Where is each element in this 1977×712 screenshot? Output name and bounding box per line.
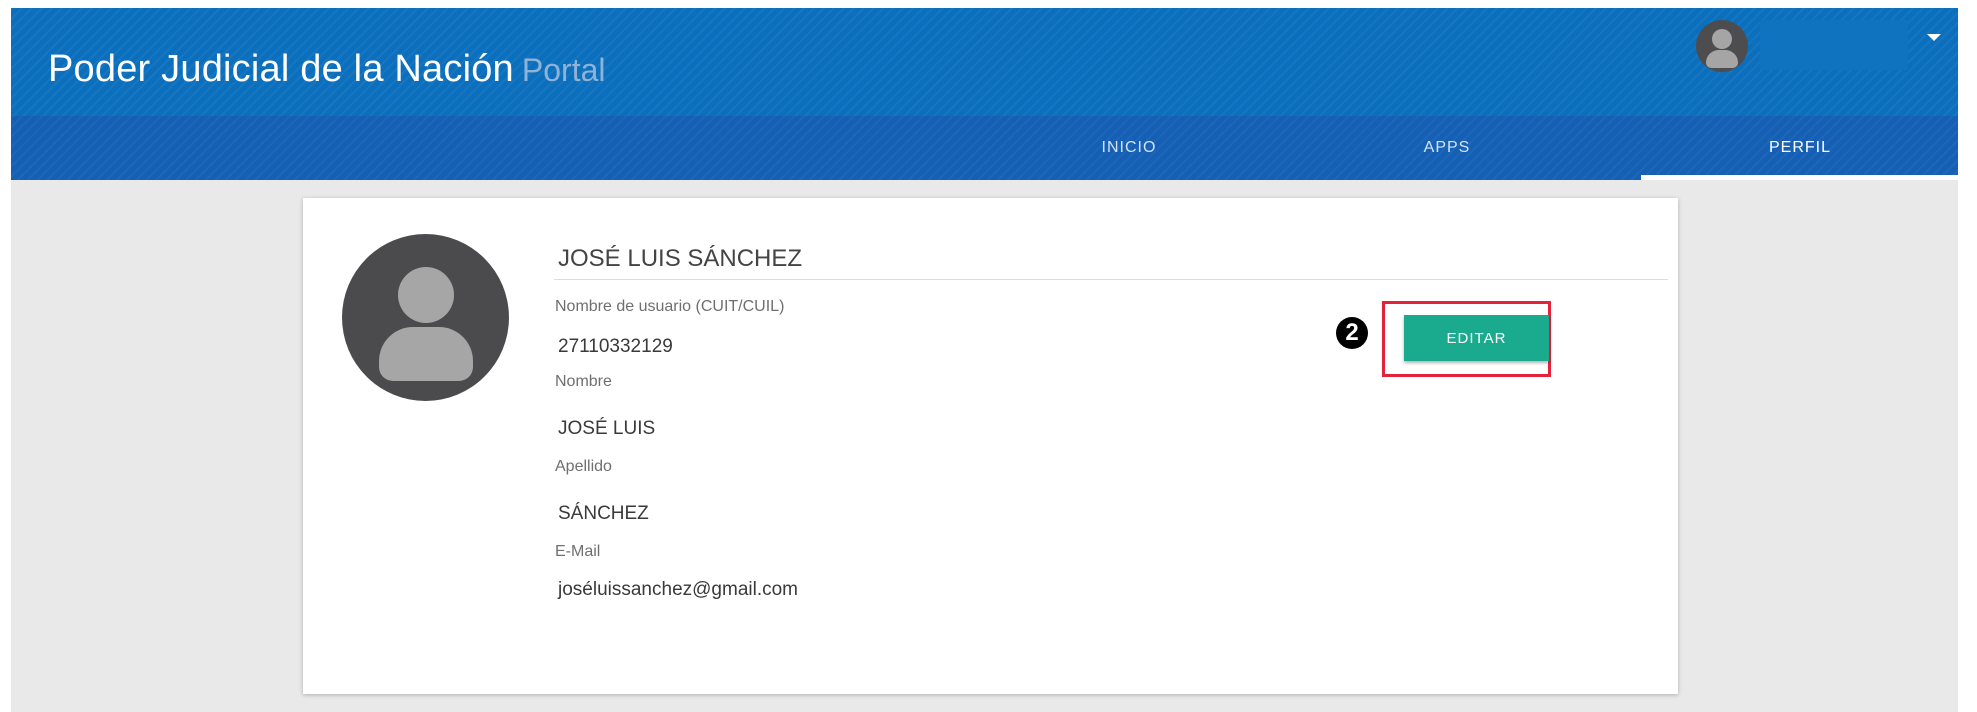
avatar-head-shape — [398, 267, 454, 323]
app-window: Poder Judicial de la Nación Portal INICIO… — [11, 8, 1959, 712]
avatar-head-shape — [1712, 29, 1732, 49]
avatar-body-shape — [379, 327, 473, 381]
app-subtitle: Portal — [521, 52, 606, 88]
brand[interactable]: Poder Judicial de la Nación Portal — [48, 48, 605, 91]
user-name-box[interactable] — [1760, 20, 1908, 70]
tab-apps[interactable]: APPS — [1288, 116, 1606, 180]
first-name-label: Nombre — [555, 373, 612, 390]
username-value: 27110332129 — [558, 336, 673, 357]
tab-inicio[interactable]: INICIO — [970, 116, 1288, 180]
divider — [554, 279, 1668, 280]
username-label: Nombre de usuario (CUIT/CUIL) — [555, 298, 785, 315]
profile-card: JOSÉ LUIS SÁNCHEZ Nombre de usuario (CUI… — [303, 198, 1678, 694]
email-label: E-Mail — [555, 543, 601, 560]
tab-perfil[interactable]: PERFIL — [1641, 116, 1959, 180]
top-header: Poder Judicial de la Nación Portal — [11, 8, 1958, 116]
app-title: Poder Judicial de la Nación — [48, 48, 514, 90]
caret-down-icon[interactable] — [1927, 34, 1941, 41]
last-name-label: Apellido — [555, 458, 612, 475]
first-name-value: JOSÉ LUIS — [558, 418, 656, 439]
profile-full-name: JOSÉ LUIS SÁNCHEZ — [558, 245, 803, 272]
email-value: joséluissanchez@gmail.com — [558, 579, 798, 600]
avatar-body-shape — [1706, 50, 1738, 68]
user-avatar-icon — [342, 234, 509, 401]
last-name-value: SÁNCHEZ — [558, 503, 649, 524]
step-2-marker: 2 — [1336, 317, 1368, 349]
main-nav: INICIO APPS PERFIL — [11, 116, 1959, 180]
user-avatar-icon[interactable] — [1696, 20, 1748, 72]
edit-button[interactable]: EDITAR — [1404, 315, 1549, 361]
